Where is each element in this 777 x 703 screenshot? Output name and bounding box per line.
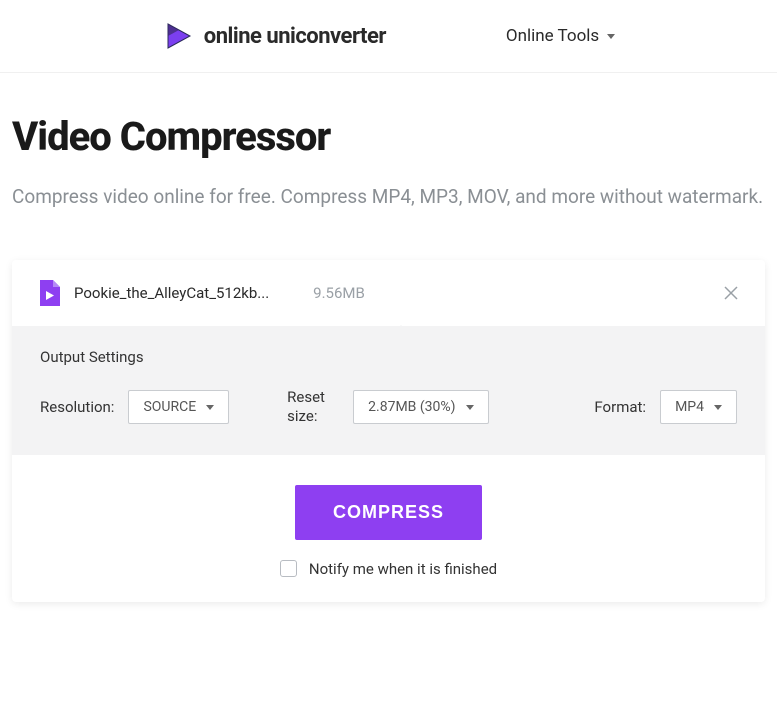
pointer-arrow bbox=[392, 325, 410, 334]
resolution-dropdown[interactable]: SOURCE bbox=[128, 390, 229, 424]
notify-checkbox[interactable] bbox=[280, 560, 297, 577]
brand-logo[interactable]: online uniconverter bbox=[162, 20, 386, 52]
notify-row: Notify me when it is finished bbox=[280, 560, 497, 578]
file-size: 9.56MB bbox=[313, 284, 365, 302]
reset-size-value: 2.87MB (30%) bbox=[368, 399, 455, 415]
file-name: Pookie_the_AlleyCat_512kb... bbox=[74, 284, 269, 302]
chevron-down-icon bbox=[466, 405, 474, 410]
output-settings: Output Settings Resolution: SOURCE Reset… bbox=[12, 326, 765, 455]
main-content: Video Compressor Compress video online f… bbox=[0, 73, 777, 602]
compressor-card: Pookie_the_AlleyCat_512kb... 9.56MB Outp… bbox=[12, 260, 765, 602]
page-subtitle: Compress video online for free. Compress… bbox=[12, 184, 765, 210]
reset-size-dropdown[interactable]: 2.87MB (30%) bbox=[353, 390, 488, 424]
brand-name: online uniconverter bbox=[204, 24, 386, 49]
chevron-down-icon bbox=[607, 34, 615, 39]
notify-label: Notify me when it is finished bbox=[309, 560, 497, 578]
close-icon[interactable] bbox=[723, 285, 739, 301]
format-value: MP4 bbox=[675, 399, 704, 415]
actions: COMPRESS Notify me when it is finished bbox=[12, 455, 765, 602]
format-dropdown[interactable]: MP4 bbox=[660, 390, 737, 424]
nav-online-tools-label: Online Tools bbox=[506, 26, 599, 46]
nav-online-tools[interactable]: Online Tools bbox=[506, 26, 615, 46]
page-title: Video Compressor bbox=[12, 113, 765, 160]
chevron-down-icon bbox=[206, 405, 214, 410]
header: online uniconverter Online Tools bbox=[0, 0, 777, 73]
chevron-down-icon bbox=[714, 405, 722, 410]
file-row: Pookie_the_AlleyCat_512kb... 9.56MB bbox=[12, 260, 765, 326]
play-triangle-icon bbox=[162, 20, 194, 52]
resolution-label: Resolution: bbox=[40, 398, 114, 416]
reset-size-label: Reset size: bbox=[287, 388, 339, 427]
video-file-icon bbox=[38, 280, 60, 306]
compress-button[interactable]: COMPRESS bbox=[295, 485, 482, 540]
resolution-value: SOURCE bbox=[143, 399, 196, 415]
format-label: Format: bbox=[594, 398, 646, 416]
settings-heading: Output Settings bbox=[40, 348, 737, 366]
settings-row: Resolution: SOURCE Reset size: 2.87MB (3… bbox=[40, 388, 737, 427]
